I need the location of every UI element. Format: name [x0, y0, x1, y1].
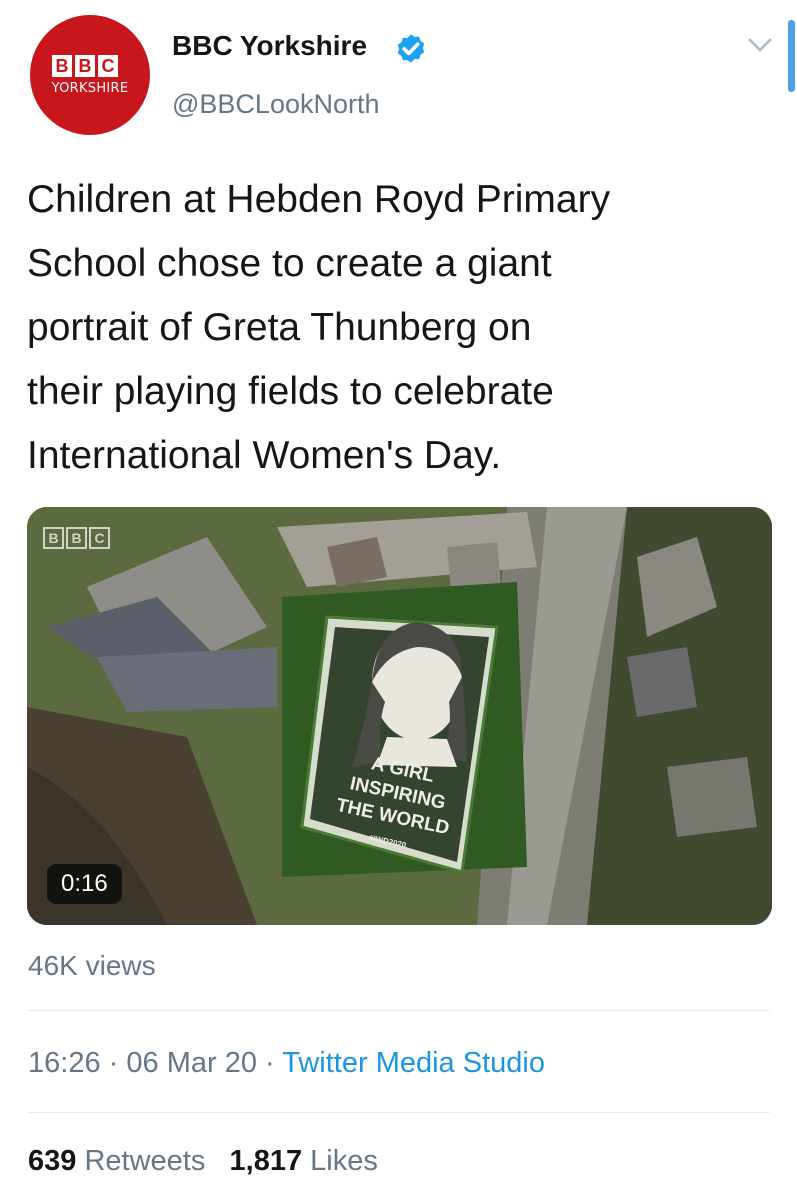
separator: ·: [108, 1047, 119, 1079]
tweet-meta: 16:26 · 06 Mar 20 · Twitter Media Studio: [28, 1047, 545, 1080]
chevron-down-icon[interactable]: [745, 33, 775, 57]
retweets-label: Retweets: [84, 1145, 206, 1177]
source-link[interactable]: Twitter Media Studio: [282, 1047, 545, 1079]
likes-label: Likes: [310, 1145, 378, 1177]
tweet-time[interactable]: 16:26: [28, 1047, 101, 1079]
tweet-text: Children at Hebden Royd Primary School c…: [27, 178, 611, 477]
bbc-logo: B B C: [52, 55, 118, 77]
tweet-date[interactable]: 06 Mar 20: [126, 1047, 257, 1079]
view-count: 46K views: [28, 950, 156, 981]
divider: [28, 1112, 770, 1113]
likes-count: 1,817: [229, 1145, 303, 1177]
retweets-count: 639: [28, 1145, 77, 1177]
separator: ·: [265, 1047, 275, 1079]
retweets-link[interactable]: 639 Retweets: [28, 1145, 205, 1177]
author-handle[interactable]: @BBCLookNorth: [172, 89, 380, 120]
divider: [28, 1010, 770, 1011]
avatar-subtitle: YORKSHIRE: [51, 81, 129, 96]
author-name[interactable]: BBC Yorkshire: [172, 30, 367, 62]
avatar[interactable]: B B C YORKSHIRE: [30, 15, 150, 135]
verified-badge-icon: [397, 34, 425, 63]
video-play-area[interactable]: [27, 507, 772, 925]
video-player[interactable]: A GIRL INSPIRING THE WORLD #IWD2020 B B …: [27, 507, 772, 925]
scroll-indicator[interactable]: [788, 20, 795, 92]
tweet-stats: 639 Retweets 1,817 Likes: [28, 1145, 378, 1178]
likes-link[interactable]: 1,817 Likes: [230, 1145, 378, 1177]
